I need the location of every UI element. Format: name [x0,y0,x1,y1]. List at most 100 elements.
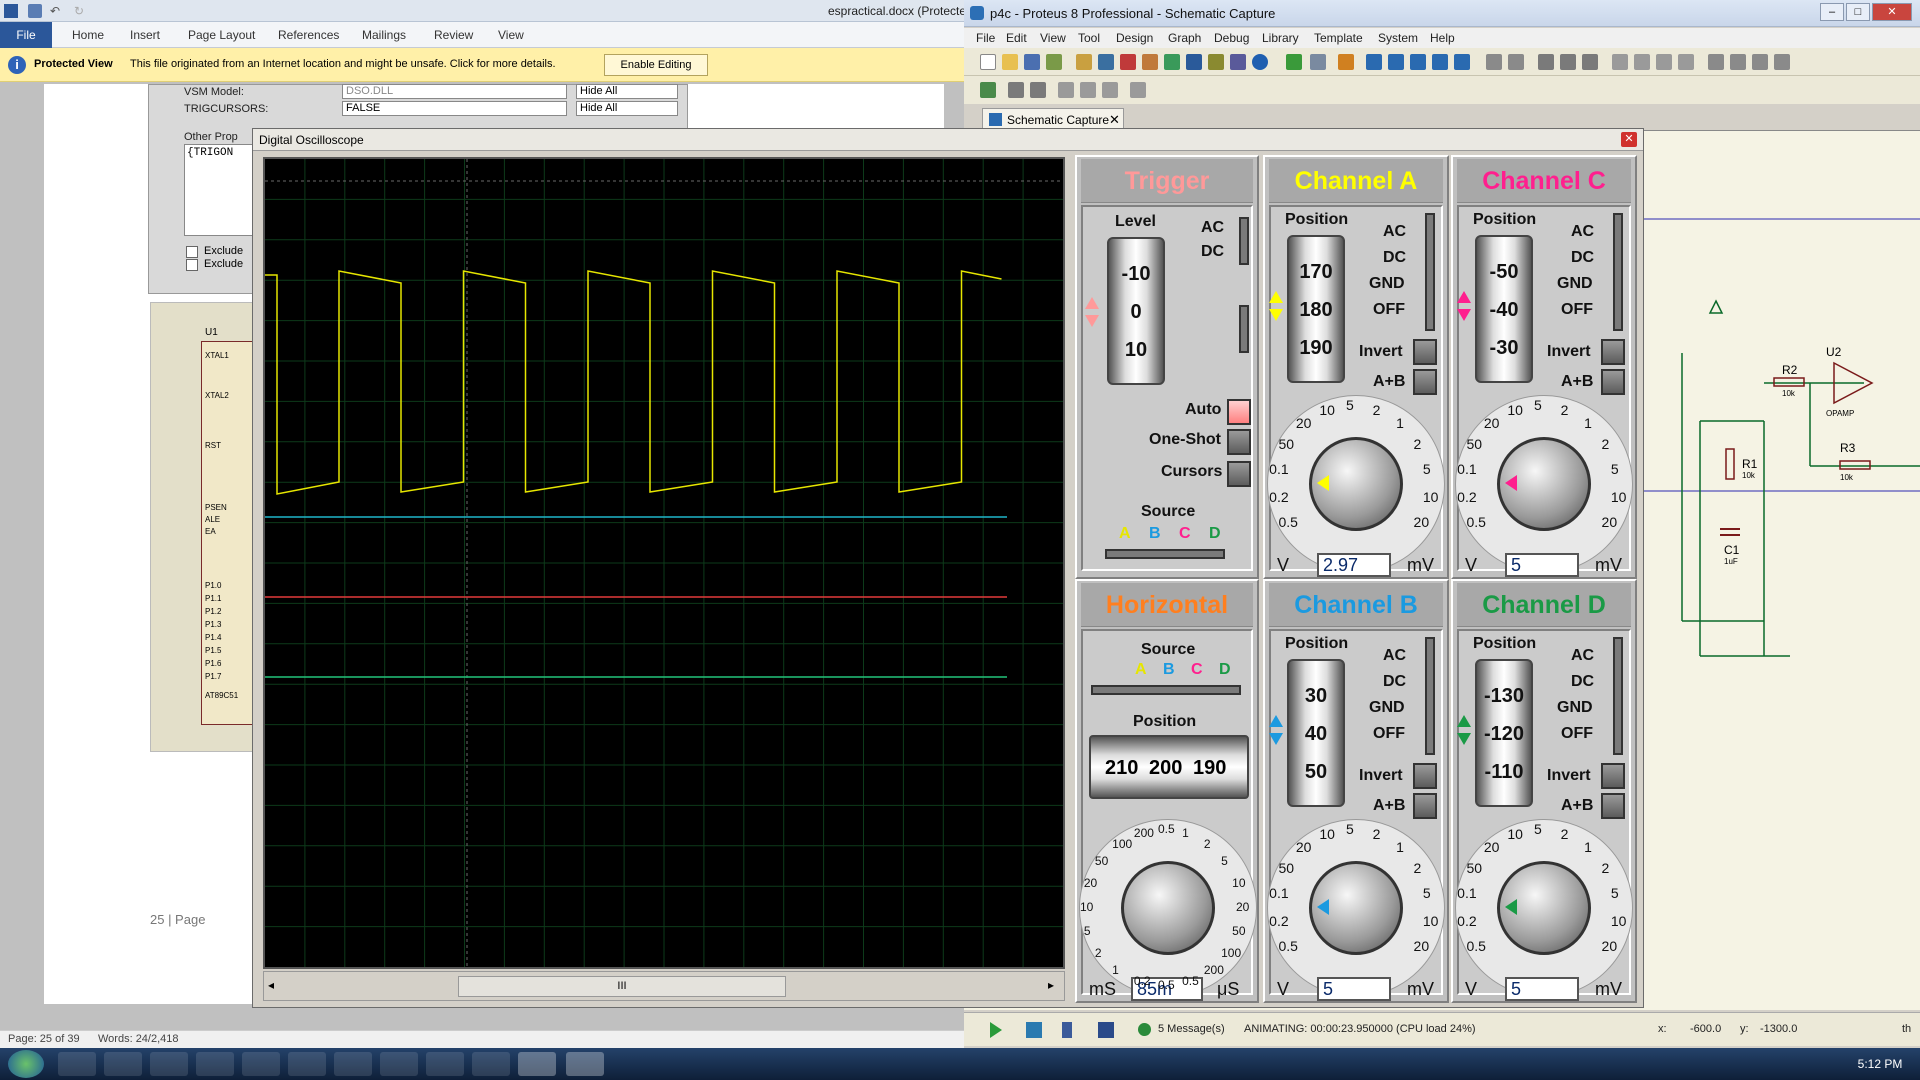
pcb-icon[interactable] [1120,54,1136,70]
cut-icon[interactable] [1538,54,1554,70]
redo-icon[interactable] [1508,54,1524,70]
menu-design[interactable]: Design [1116,31,1153,45]
maximize-button[interactable]: □ [1846,3,1870,21]
status-page[interactable]: Page: 25 of 39 [8,1033,80,1045]
new-sheet-icon[interactable] [1058,82,1074,98]
menu-graph[interactable]: Graph [1168,31,1201,45]
step-icon[interactable] [1026,1022,1042,1038]
explorer-taskbar-icon[interactable] [58,1052,96,1076]
pause-icon[interactable] [1062,1022,1072,1038]
pick-device-icon[interactable] [1708,54,1724,70]
menu-system[interactable]: System [1378,31,1418,45]
block-delete-icon[interactable] [1678,54,1694,70]
scroll-left-icon[interactable]: ◂ [268,978,274,992]
enable-editing-button[interactable]: Enable Editing [604,54,708,76]
save-icon[interactable] [28,4,42,18]
telegram-taskbar-icon[interactable] [334,1052,372,1076]
scope-screen[interactable] [263,157,1065,969]
menu-library[interactable]: Library [1262,31,1299,45]
tab-view[interactable]: View [498,28,524,42]
channel-position-dial[interactable]: 170 180 190 [1287,235,1345,383]
start-button[interactable] [8,1050,44,1078]
coupling-slider[interactable] [1613,213,1623,331]
proteus-taskbar-icon[interactable] [472,1052,510,1076]
taskbar-clock[interactable]: 5:12 PM [1840,1048,1920,1080]
scroll-right-icon[interactable]: ▸ [1048,978,1054,992]
undo-icon[interactable] [1486,54,1502,70]
netlist-icon[interactable] [1130,82,1146,98]
cursors-toggle[interactable] [1227,461,1251,487]
word-taskbar-icon[interactable] [518,1052,556,1076]
play-icon[interactable] [990,1022,1002,1038]
tab-review[interactable]: Review [434,28,473,42]
coupling-slider[interactable] [1613,637,1623,755]
status-words[interactable]: Words: 24/2,418 [98,1033,179,1045]
trigger-coupling-slider[interactable] [1239,217,1249,265]
channel-position-dial[interactable]: 30 40 50 [1287,659,1345,807]
block-move-icon[interactable] [1634,54,1650,70]
proteus-active-taskbar-icon[interactable] [566,1052,604,1076]
a-plus-b-toggle[interactable] [1601,369,1625,395]
help-icon[interactable] [1252,54,1268,70]
a-plus-b-toggle[interactable] [1601,793,1625,819]
volts-div-input[interactable]: 5 [1505,553,1579,577]
close-tab-icon[interactable]: ✕ [1109,112,1120,128]
a-plus-b-toggle[interactable] [1413,369,1437,395]
copy-icon[interactable] [1560,54,1576,70]
app-taskbar-icon[interactable] [196,1052,234,1076]
packaging-icon[interactable] [1752,54,1768,70]
menu-tool[interactable]: Tool [1078,31,1100,45]
volts-div-input[interactable]: 2.97 [1317,553,1391,577]
gerber-icon[interactable] [1142,54,1158,70]
horizontal-position-dial[interactable]: 210 200 190 [1089,735,1249,799]
schematic-icon[interactable] [1098,54,1114,70]
protected-view-message[interactable]: This file originated from an Internet lo… [130,58,556,70]
tab-schematic-capture[interactable]: Schematic Capture ✕ [982,108,1124,130]
tab-file[interactable]: File [0,22,52,48]
invert-toggle[interactable] [1601,763,1625,789]
trigger-level-dial[interactable]: -10 0 10 [1107,237,1165,385]
import-icon[interactable] [1046,54,1062,70]
messages-count[interactable]: 5 Message(s) [1158,1023,1225,1035]
redo-icon[interactable]: ↻ [74,4,84,18]
save-icon[interactable] [1024,54,1040,70]
cmd-taskbar-icon[interactable] [380,1052,418,1076]
ie-taskbar-icon[interactable] [104,1052,142,1076]
grid-icon[interactable] [1310,54,1326,70]
tab-mailings[interactable]: Mailings [362,28,406,42]
protected-view-bar[interactable]: i Protected View This file originated fr… [0,48,965,82]
wire-autorouter-icon[interactable] [980,82,996,98]
tab-page-layout[interactable]: Page Layout [188,28,255,42]
search-icon[interactable] [1008,82,1024,98]
source-icon[interactable] [1230,54,1246,70]
paste-icon[interactable] [1582,54,1598,70]
zoom-in-icon[interactable] [1388,54,1404,70]
menu-template[interactable]: Template [1314,31,1363,45]
one-shot-toggle[interactable] [1227,429,1251,455]
origin-icon[interactable] [1338,54,1354,70]
zoom-all-icon[interactable] [1432,54,1448,70]
minimize-button[interactable]: – [1820,3,1844,21]
trigger-source-slider[interactable] [1105,549,1225,559]
open-icon[interactable] [1002,54,1018,70]
app-taskbar-icon[interactable] [288,1052,326,1076]
volts-div-input[interactable]: 5 [1317,977,1391,1001]
coupling-slider[interactable] [1425,637,1435,755]
zoom-area-icon[interactable] [1454,54,1470,70]
exit-to-parent-icon[interactable] [1102,82,1118,98]
close-button[interactable]: ✕ [1872,3,1912,21]
new-icon[interactable] [980,54,996,70]
menu-debug[interactable]: Debug [1214,31,1249,45]
app-taskbar-icon[interactable] [426,1052,464,1076]
menu-view[interactable]: View [1040,31,1066,45]
menu-help[interactable]: Help [1430,31,1455,45]
channel-position-dial[interactable]: -130 -120 -110 [1475,659,1533,807]
timebase-knob[interactable] [1121,861,1215,955]
invert-toggle[interactable] [1601,339,1625,365]
scroll-thumb[interactable]: III [458,976,786,997]
a-plus-b-toggle[interactable] [1413,793,1437,819]
refresh-icon[interactable] [1286,54,1302,70]
volts-div-input[interactable]: 5 [1505,977,1579,1001]
stop-icon[interactable] [1098,1022,1114,1038]
notes-icon[interactable] [1208,54,1224,70]
